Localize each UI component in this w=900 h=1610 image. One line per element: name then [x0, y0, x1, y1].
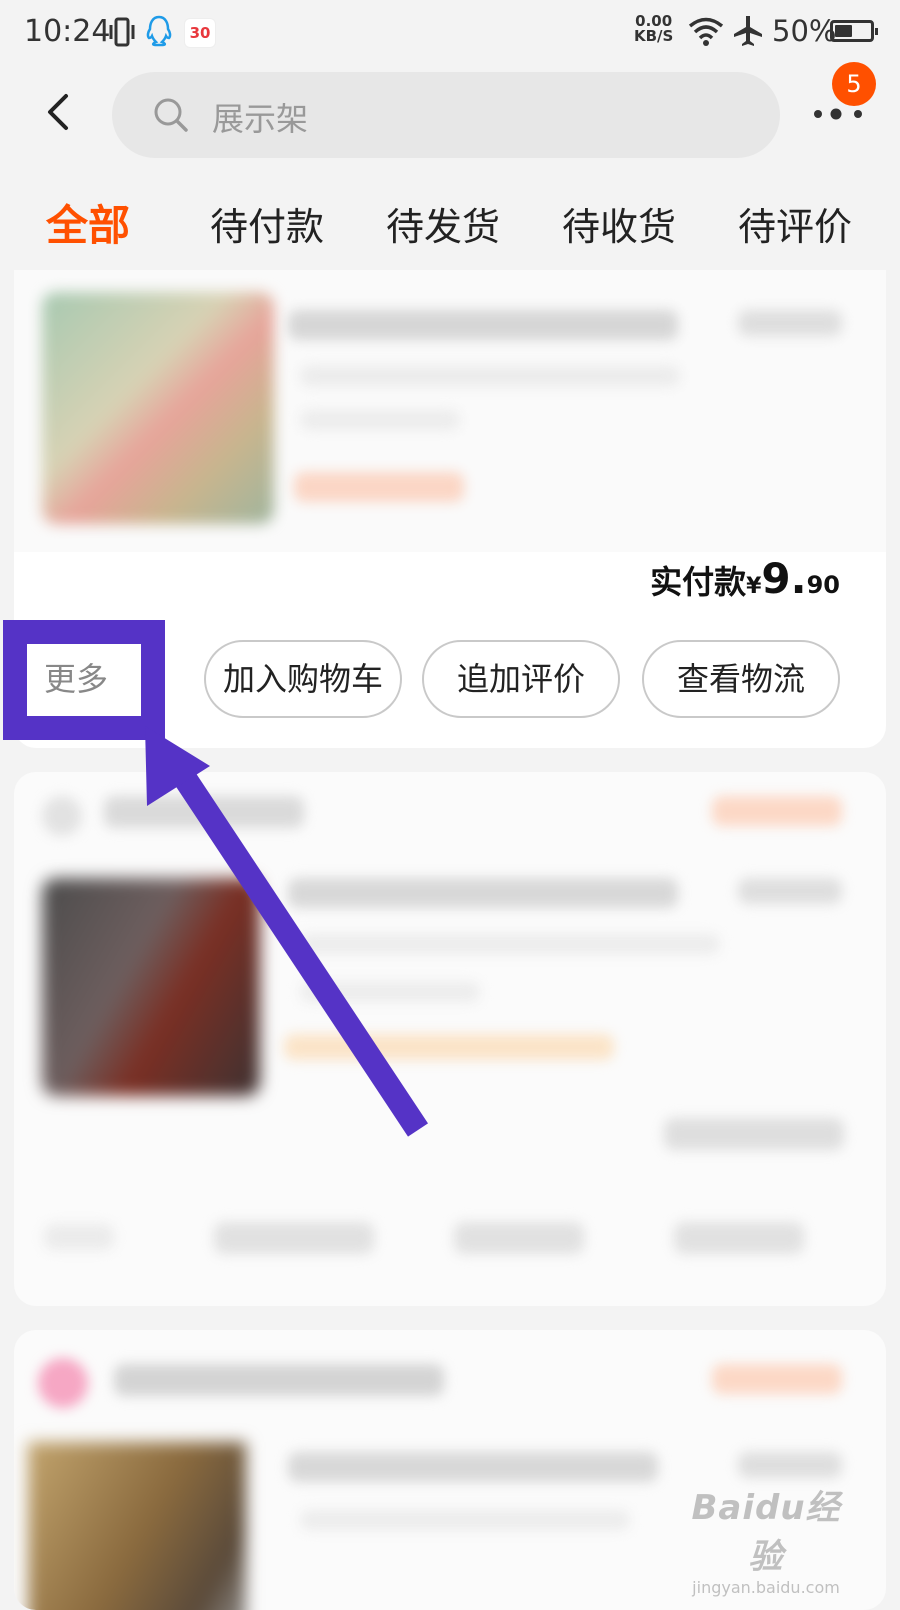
tab-pending-shipment[interactable]: 待发货	[386, 196, 500, 251]
airplane-mode-icon	[732, 14, 764, 52]
view-logistics-button[interactable]: 查看物流	[642, 640, 840, 718]
search-placeholder: 展示架	[212, 100, 309, 138]
blurred-button	[214, 1222, 374, 1254]
blurred-price	[738, 310, 842, 336]
blurred-spec	[300, 1510, 630, 1530]
back-button[interactable]	[40, 90, 80, 134]
blurred-status	[712, 1364, 842, 1394]
notification-badge: 30	[184, 18, 216, 48]
tab-pending-payment[interactable]: 待付款	[210, 196, 324, 251]
qq-icon	[145, 14, 173, 52]
status-time: 10:24	[24, 14, 111, 49]
product-thumbnail	[42, 292, 274, 524]
append-review-button[interactable]: 追加评价	[422, 640, 620, 718]
currency-symbol: ¥	[746, 574, 762, 599]
blurred-title	[288, 878, 678, 908]
highlight-box	[3, 620, 165, 740]
order-tabs: 全部 待付款 待发货 待收货 待评价	[0, 186, 900, 256]
total-decimal: 90	[806, 571, 840, 599]
blurred-spec	[300, 934, 720, 954]
network-speed-unit: KB/S	[634, 27, 674, 45]
order-card-blurred[interactable]	[14, 772, 886, 1306]
blurred-price	[738, 1452, 842, 1478]
blurred-shop-name	[104, 796, 304, 828]
vibrate-icon	[108, 16, 136, 52]
blurred-status	[712, 796, 842, 826]
blurred-spec-2	[300, 982, 480, 1002]
message-count-badge: 5	[832, 62, 876, 106]
blurred-spec	[300, 366, 680, 386]
search-icon	[152, 96, 190, 138]
blurred-tag	[294, 472, 464, 502]
battery-icon	[830, 20, 878, 42]
product-thumbnail	[42, 878, 260, 1096]
blurred-tag	[284, 1034, 614, 1060]
chevron-left-icon	[48, 94, 68, 130]
search-bar[interactable]: 展示架	[112, 72, 780, 158]
blurred-shop-icon	[42, 796, 82, 836]
total-integer: 9.	[761, 554, 807, 603]
order-total: 实付款¥9.90	[650, 554, 840, 603]
watermark-url: jingyan.baidu.com	[692, 1578, 840, 1597]
blurred-shop-name	[114, 1364, 444, 1396]
wifi-icon	[688, 16, 724, 50]
blurred-title	[288, 310, 678, 340]
blurred-button	[674, 1222, 804, 1254]
tab-pending-review[interactable]: 待评价	[738, 196, 852, 251]
blurred-spec-2	[300, 410, 460, 430]
product-thumbnail	[28, 1442, 246, 1610]
add-to-cart-button[interactable]: 加入购物车	[204, 640, 402, 718]
blurred-total	[664, 1118, 844, 1150]
order-item-blurred[interactable]	[14, 270, 886, 552]
watermark: Baidu经验 jingyan.baidu.com	[676, 1480, 856, 1597]
blurred-shop-icon	[38, 1358, 88, 1408]
status-bar: 10:24 30 0.00 KB/S 50%	[0, 0, 900, 66]
blurred-price	[738, 878, 842, 904]
battery-percent: 50%	[772, 14, 837, 48]
blurred-button	[454, 1222, 584, 1254]
tab-pending-receipt[interactable]: 待收货	[562, 196, 676, 251]
battery-fill	[835, 25, 852, 37]
blurred-title	[288, 1452, 658, 1482]
tab-all[interactable]: 全部	[46, 192, 130, 253]
blurred-more	[44, 1224, 114, 1250]
total-label: 实付款	[650, 563, 747, 601]
network-speed: 0.00 KB/S	[634, 14, 673, 44]
watermark-logo: Baidu经验	[691, 1488, 841, 1577]
